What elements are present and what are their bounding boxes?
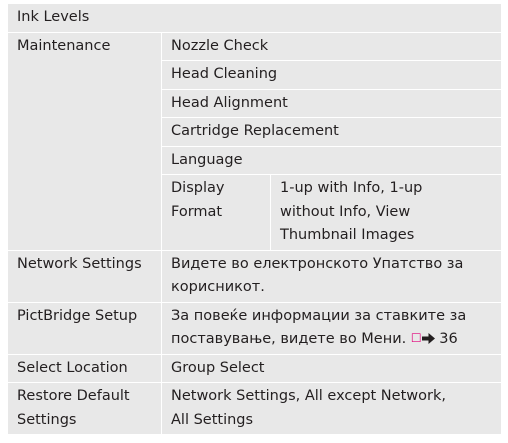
display-format-label: Display Format (161, 174, 271, 251)
language-text: Language (171, 151, 243, 168)
settings-menu-table: Ink Levels Maintenance Nozzle Check Head… (7, 3, 502, 435)
language-item: Language (161, 145, 502, 175)
cartridge-replacement-item: Cartridge Replacement (161, 117, 502, 147)
select-location-text: Select Location (17, 359, 128, 376)
table-row-ink-levels: Ink Levels (7, 3, 502, 33)
network-settings-desc-line2: корисникот. (171, 279, 265, 295)
restore-default-label-line2: Settings (17, 411, 77, 428)
network-settings-label: Network Settings (7, 249, 162, 303)
select-location-value: Group Select (161, 353, 502, 383)
right-arrow-icon (421, 333, 435, 344)
maintenance-label: Maintenance (7, 31, 162, 251)
network-settings-text: Network Settings (17, 255, 142, 272)
pictbridge-setup-text: PictBridge Setup (17, 307, 138, 324)
pictbridge-setup-desc: За повеќе информации за ставките за поста… (161, 301, 502, 355)
network-settings-desc-line1: Видете во електронското Упатство за (171, 255, 464, 272)
pictbridge-desc-line1: За повеќе информации за ставките за (171, 307, 467, 324)
page-reference: 36 (439, 331, 458, 347)
maintenance-text: Maintenance (17, 37, 111, 54)
nozzle-check-item: Nozzle Check (161, 31, 502, 61)
restore-default-desc-line1: Network Settings, All except Network, (171, 388, 446, 404)
restore-default-desc: Network Settings, All except Network, All… (161, 382, 502, 435)
head-cleaning-item: Head Cleaning (161, 60, 502, 90)
nozzle-check-text: Nozzle Check (171, 37, 269, 54)
display-format-label-line2: Format (171, 203, 223, 220)
table-row-pictbridge-setup: PictBridge Setup За повеќе информации за… (7, 301, 502, 355)
display-format-options-line2: without Info, View (280, 203, 411, 220)
restore-default-label-line1: Restore Default (17, 388, 130, 404)
group-select-text: Group Select (171, 359, 265, 376)
display-format-label-line1: Display (171, 180, 225, 196)
display-format-options-line1: 1-up with Info, 1-up (280, 180, 423, 196)
display-format-options-line3: Thumbnail Images (280, 227, 415, 243)
network-settings-desc: Видете во електронското Упатство за корис… (161, 249, 502, 303)
pictbridge-desc-line2: поставување, видете во Мени. (171, 331, 407, 347)
head-alignment-text: Head Alignment (171, 94, 288, 111)
head-alignment-item: Head Alignment (161, 88, 502, 118)
table-row-select-location: Select Location Group Select (7, 353, 502, 383)
select-location-label: Select Location (7, 353, 162, 383)
table-row-restore-default: Restore Default Settings Network Settings… (7, 382, 502, 435)
restore-default-desc-line2: All Settings (171, 411, 254, 428)
ink-levels-label: Ink Levels (7, 3, 502, 33)
restore-default-label: Restore Default Settings (7, 382, 162, 435)
head-cleaning-text: Head Cleaning (171, 66, 278, 82)
display-format-options: 1-up with Info, 1-up without Info, View Th… (270, 174, 502, 251)
ink-levels-text: Ink Levels (17, 9, 90, 25)
table-row-maintenance: Maintenance Nozzle Check (7, 31, 502, 251)
book-icon: ☐ (410, 331, 422, 345)
pictbridge-setup-label: PictBridge Setup (7, 301, 162, 355)
cartridge-replacement-text: Cartridge Replacement (171, 123, 339, 139)
table-row-network-settings: Network Settings Видете во електронското… (7, 249, 502, 303)
